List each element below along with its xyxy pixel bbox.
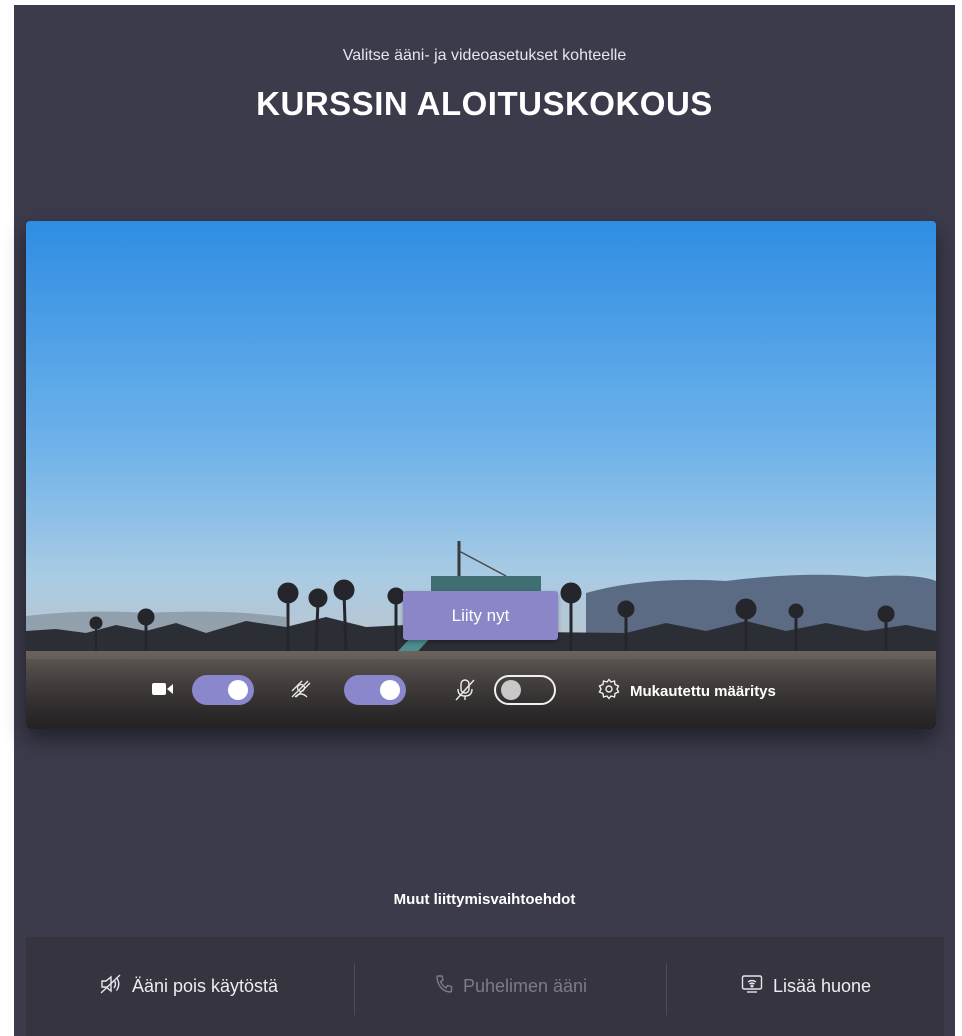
background-blur-icon [290, 679, 312, 699]
blur-toggle-knob [380, 680, 400, 700]
audio-off-option[interactable]: Ääni pois käytöstä [26, 937, 352, 1036]
microphone-off-icon [454, 678, 476, 702]
phone-audio-option[interactable]: Puhelimen ääni [356, 937, 666, 1036]
room-cast-icon [741, 974, 763, 999]
background-image [26, 221, 936, 729]
device-settings-button[interactable]: Mukautettu määritys [630, 683, 776, 700]
audio-off-label: Ääni pois käytöstä [131, 976, 279, 996]
mic-toggle-knob [501, 680, 521, 700]
meeting-title: KURSSIN ALOITUSKOKOUS [256, 85, 713, 122]
speaker-off-icon [100, 974, 122, 999]
gear-icon[interactable] [598, 678, 620, 700]
camera-toggle[interactable] [192, 675, 254, 705]
option-divider [666, 963, 667, 1015]
other-join-options-bar: Ääni pois käytöstä Puhelimen ääni Lisää … [26, 937, 944, 1036]
add-room-option[interactable]: Lisää huone [668, 937, 944, 1036]
phone-icon [435, 974, 453, 999]
prejoin-subtitle: Valitse ääni- ja videoasetukset kohteell… [342, 47, 627, 64]
microphone-toggle[interactable] [494, 675, 556, 705]
meeting-prejoin-screen: Valitse ääni- ja videoasetukset kohteell… [14, 5, 955, 1036]
video-camera-icon [152, 682, 174, 696]
add-room-label: Lisää huone [772, 976, 872, 996]
option-divider [354, 963, 355, 1015]
join-now-button[interactable]: Liity nyt [403, 591, 558, 640]
device-controls: Mukautettu määritys [26, 659, 936, 729]
other-join-options-heading: Muut liittymisvaihtoehdot [393, 891, 576, 908]
background-blur-toggle[interactable] [344, 675, 406, 705]
video-preview: Liity nyt Mukautettu määritys [26, 221, 936, 729]
camera-toggle-knob [228, 680, 248, 700]
phone-audio-label: Puhelimen ääni [462, 976, 588, 996]
